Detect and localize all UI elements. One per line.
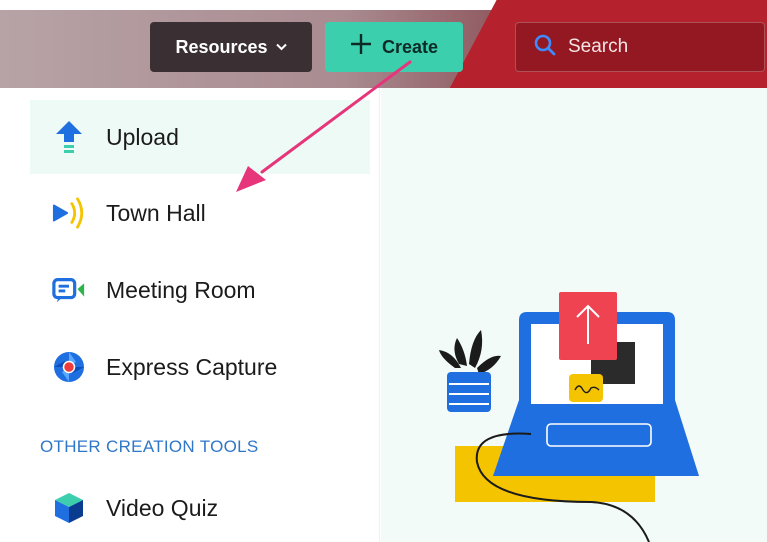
plant-icon xyxy=(439,330,501,412)
resources-button-label: Resources xyxy=(175,36,268,57)
video-chat-icon xyxy=(52,273,86,307)
menu-item-label: Express Capture xyxy=(106,353,278,380)
broadcast-icon xyxy=(52,196,86,230)
camera-aperture-icon xyxy=(52,350,86,384)
section-heading-other-tools: OTHER CREATION TOOLS xyxy=(40,437,259,456)
upload-illustration xyxy=(439,292,699,542)
menu-item-upload[interactable]: Upload xyxy=(30,100,370,174)
signature-note-icon xyxy=(569,374,603,402)
resources-dropdown-button[interactable]: Resources xyxy=(150,22,312,72)
menu-item-label: Town Hall xyxy=(106,199,206,226)
menu-item-meeting-room[interactable]: Meeting Room xyxy=(30,253,370,327)
create-menu-panel: Upload Town Hall Meeting Room Express Ca… xyxy=(0,88,380,542)
menu-item-town-hall[interactable]: Town Hall xyxy=(30,176,370,250)
upload-card-icon xyxy=(559,292,617,360)
chevron-down-icon xyxy=(275,40,287,54)
search-input[interactable] xyxy=(568,36,748,58)
menu-item-video-quiz[interactable]: Video Quiz xyxy=(30,471,370,542)
top-navigation-bar: Resources Create xyxy=(0,0,767,88)
menu-item-label: Meeting Room xyxy=(106,276,256,303)
menu-item-label: Video Quiz xyxy=(106,494,219,521)
search-icon xyxy=(534,34,556,61)
menu-item-label: Upload xyxy=(106,123,179,150)
illustration-area xyxy=(381,88,767,542)
search-box[interactable] xyxy=(515,22,765,72)
cube-icon xyxy=(52,491,86,525)
upload-icon xyxy=(52,120,86,154)
create-button-label: Create xyxy=(381,36,439,57)
plus-icon xyxy=(350,31,372,61)
create-button[interactable]: Create xyxy=(325,22,463,72)
menu-item-express-capture[interactable]: Express Capture xyxy=(30,330,370,404)
